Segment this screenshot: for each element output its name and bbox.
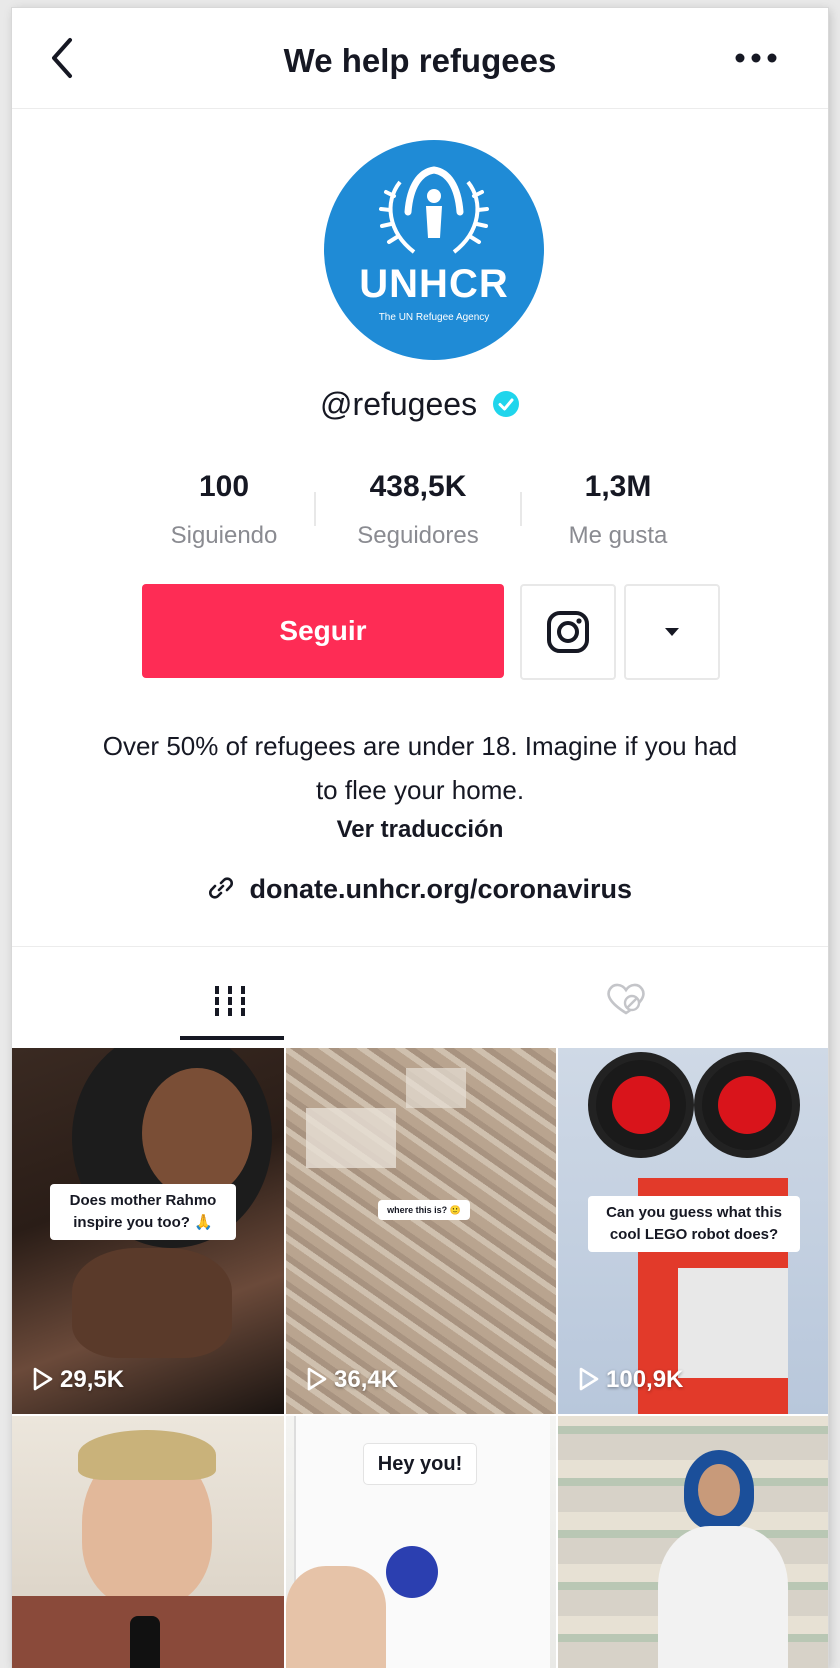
play-count: 100,9K <box>578 1366 683 1394</box>
video-grid: Does mother Rahmo inspire you too? 🙏 29,… <box>12 1048 828 1668</box>
play-count-value: 36,4K <box>334 1366 399 1393</box>
username-row: @refugees <box>12 386 828 423</box>
thumbnail-robot-eye <box>694 1052 800 1158</box>
username: @refugees <box>320 386 478 422</box>
stat-label: Siguiendo <box>170 522 278 549</box>
instagram-icon <box>547 611 589 653</box>
page-title: We help refugees <box>283 42 557 79</box>
video-caption: Can you guess what this cool LEGO robot … <box>588 1196 800 1252</box>
caret-down-icon <box>665 628 679 636</box>
play-count: 29,5K <box>32 1366 124 1394</box>
play-count: 36,4K <box>306 1366 398 1394</box>
bio-link[interactable]: donate.unhcr.org/coronavirus <box>12 874 828 905</box>
thumbnail-monster-drawing <box>386 1546 438 1598</box>
tab-videos[interactable] <box>12 947 420 1045</box>
stat-value: 1,3M <box>584 470 652 503</box>
unhcr-logo-icon <box>379 166 489 254</box>
stat-value: 438,5K <box>369 470 467 503</box>
active-tab-indicator <box>180 1036 284 1040</box>
avatar-logo-text: UNHCR <box>359 262 509 306</box>
video-thumbnail[interactable] <box>12 1416 284 1668</box>
stat-following[interactable]: 100 Siguiendo <box>124 470 324 550</box>
thumbnail-lab-coat <box>658 1526 788 1668</box>
profile-screen: We help refugees UNHCR The UN Refugee Ag… <box>12 8 828 1668</box>
video-thumbnail[interactable]: where this is? 🙂 36,4K <box>286 1048 556 1414</box>
bio-text: Over 50% of refugees are under 18. Imagi… <box>102 731 738 805</box>
avatar[interactable]: UNHCR The UN Refugee Agency <box>324 140 544 360</box>
instagram-button[interactable] <box>520 584 616 680</box>
video-caption: Hey you! <box>364 1444 476 1484</box>
verified-badge-icon <box>492 390 519 417</box>
more-horizontal-icon <box>735 53 777 63</box>
suggested-accounts-button[interactable] <box>624 584 720 680</box>
video-thumbnail[interactable]: Can you guess what this cool LEGO robot … <box>558 1048 828 1414</box>
thumbnail-structure <box>406 1068 466 1108</box>
grid-icon <box>215 986 245 1016</box>
bio-link-text: donate.unhcr.org/coronavirus <box>249 874 633 904</box>
stat-divider <box>314 492 316 526</box>
follow-button[interactable]: Seguir <box>142 584 504 678</box>
thumbnail-face <box>698 1464 740 1516</box>
stat-value: 100 <box>198 470 250 503</box>
video-caption: where this is? 🙂 <box>378 1200 470 1220</box>
play-icon <box>33 1367 53 1390</box>
play-count-value: 29,5K <box>60 1366 125 1393</box>
liked-hidden-icon <box>607 983 645 1015</box>
link-icon <box>208 877 233 899</box>
thumbnail-microphone <box>130 1616 160 1668</box>
top-bar: We help refugees <box>12 8 828 109</box>
play-icon <box>579 1367 599 1390</box>
video-caption: Does mother Rahmo inspire you too? 🙏 <box>50 1184 236 1240</box>
video-thumbnail[interactable] <box>558 1416 828 1668</box>
avatar-logo-subtext: The UN Refugee Agency <box>378 312 490 323</box>
thumbnail-hand <box>286 1566 386 1668</box>
play-icon <box>307 1367 327 1390</box>
stat-likes[interactable]: 1,3M Me gusta <box>518 470 718 550</box>
video-thumbnail[interactable]: Does mother Rahmo inspire you too? 🙏 29,… <box>12 1048 284 1414</box>
thumbnail-robot-part <box>678 1268 788 1378</box>
more-options-button[interactable] <box>726 38 786 78</box>
see-translation-link[interactable]: Ver traducción <box>12 816 828 844</box>
thumbnail-face <box>142 1068 252 1198</box>
thumbnail-robot-eye <box>588 1052 694 1158</box>
play-count-value: 100,9K <box>606 1366 684 1393</box>
thumbnail-hair <box>78 1430 216 1480</box>
thumbnail-hands <box>72 1248 232 1358</box>
thumbnail-structure <box>306 1108 396 1168</box>
tab-liked[interactable] <box>420 947 828 1045</box>
stat-label: Seguidores <box>357 522 479 549</box>
profile-tabs <box>12 946 828 1045</box>
stat-label: Me gusta <box>568 522 668 549</box>
video-thumbnail[interactable]: Hey you! <box>286 1416 556 1668</box>
stat-followers[interactable]: 438,5K Seguidores <box>318 470 518 550</box>
